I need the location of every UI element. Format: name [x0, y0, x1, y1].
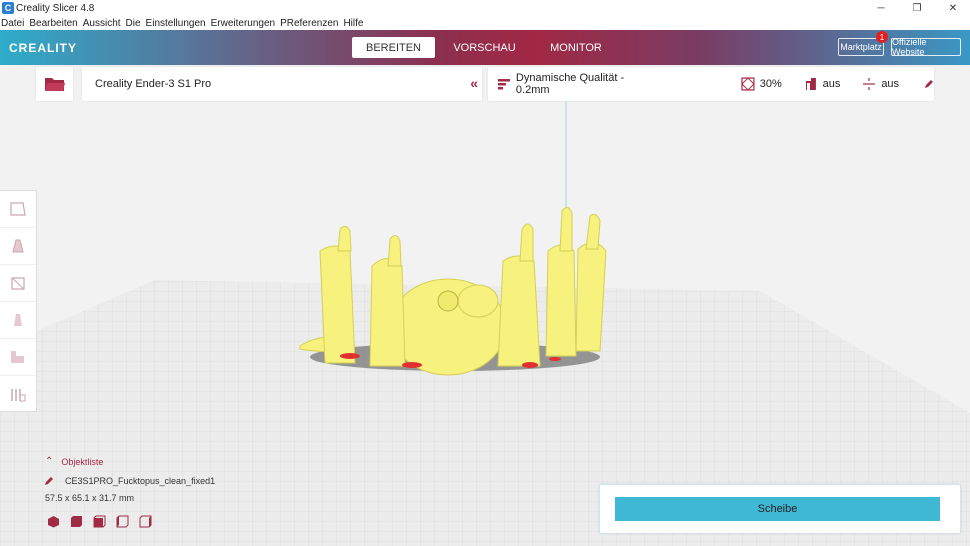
left-view-icon[interactable] — [116, 515, 129, 528]
tab-monitor[interactable]: MONITOR — [538, 37, 614, 58]
tool-sidebar — [0, 190, 37, 412]
adhesion-value: aus — [881, 78, 900, 90]
edit-icon[interactable] — [924, 79, 934, 89]
menu-einstellungen[interactable]: Einstellungen — [146, 18, 206, 29]
object-file-name: CE3S1PRO_Fucktopus_clean_fixed1 — [65, 476, 216, 486]
model-eye — [437, 290, 459, 312]
restore-button[interactable]: ❐ — [902, 0, 932, 16]
object-list-item[interactable]: CE3S1PRO_Fucktopus_clean_fixed1 — [44, 476, 215, 486]
slice-panel: Scheibe — [599, 484, 961, 534]
close-button[interactable]: ✕ — [938, 0, 968, 16]
quality-icon — [497, 79, 510, 90]
collapse-icon[interactable]: « — [470, 75, 478, 91]
website-button[interactable]: Offizielle Website — [891, 37, 961, 57]
creality-logo: CREALITY — [9, 41, 77, 55]
mirror-icon — [14, 314, 22, 326]
view-orientation-buttons — [47, 515, 215, 528]
3d-view-icon[interactable] — [47, 515, 60, 528]
window-title: Creality Slicer 4.8 — [16, 2, 95, 14]
printer-selector[interactable]: Creality Ender-3 S1 Pro « — [82, 67, 482, 101]
adhesion-icon — [863, 78, 876, 90]
slice-button[interactable]: Scheibe — [615, 497, 940, 521]
tab-vorschau[interactable]: VORSCHAU — [447, 37, 522, 58]
marketplace-badge: 1 — [876, 31, 888, 43]
infill-icon — [741, 77, 755, 91]
object-list-title: Objektliste — [61, 456, 104, 467]
support-value: aus — [822, 78, 841, 90]
support-blocker-button[interactable] — [0, 376, 36, 413]
tab-bereiten[interactable]: BEREITEN — [352, 37, 435, 58]
object-list-header[interactable]: ⌃ Objektliste — [45, 456, 215, 467]
support-icon — [805, 78, 816, 90]
app-header: CREALITY BEREITEN VORSCHAU MONITOR Markt… — [0, 30, 970, 65]
menu-erweiterungen[interactable]: Erweiterungen — [211, 18, 275, 29]
minimize-button[interactable]: ─ — [866, 0, 896, 16]
scale-tool-button[interactable] — [0, 228, 36, 265]
folder-icon — [44, 78, 65, 91]
rotate-tool-button[interactable] — [0, 265, 36, 302]
mirror-tool-button[interactable] — [0, 302, 36, 339]
right-view-icon[interactable] — [139, 515, 152, 528]
menu-bar: Datei Bearbeiten Aussicht Die Einstellun… — [0, 16, 970, 30]
object-dimensions: 57.5 x 65.1 x 31.7 mm — [45, 493, 135, 503]
per-model-settings-button[interactable] — [0, 339, 36, 376]
move-tool-button[interactable] — [0, 191, 36, 228]
quality-profile: Dynamische Qualität - 0.2mm — [515, 72, 625, 96]
move-icon — [10, 202, 26, 216]
menu-hilfe[interactable]: Hilfe — [343, 18, 363, 29]
object-list-panel: ⌃ Objektliste CE3S1PRO_Fucktopus_clean_f… — [44, 456, 215, 528]
top-view-icon[interactable] — [93, 515, 106, 528]
app-icon: C — [2, 2, 14, 14]
menu-aussicht[interactable]: Aussicht — [83, 18, 121, 29]
front-view-icon[interactable] — [70, 515, 83, 528]
chevron-up-icon: ⌃ — [45, 456, 54, 467]
open-file-button[interactable] — [36, 67, 73, 101]
infill-value: 30% — [759, 78, 782, 90]
printer-name: Creality Ender-3 S1 Pro — [95, 78, 212, 90]
menu-bearbeiten[interactable]: Bearbeiten — [29, 18, 77, 29]
menu-preferenzen[interactable]: PReferenzen — [280, 18, 338, 29]
print-settings-panel[interactable]: Dynamische Qualität - 0.2mm 30% aus aus — [488, 67, 934, 101]
per-model-settings-icon — [11, 351, 24, 363]
menu-datei[interactable]: Datei — [1, 18, 24, 29]
title-bar: C Creality Slicer 4.8 ─ ❐ ✕ — [0, 0, 970, 16]
scale-icon — [12, 239, 24, 253]
pencil-icon — [45, 477, 53, 485]
support-blocker-icon — [11, 388, 26, 401]
menu-die[interactable]: Die — [126, 18, 141, 29]
rotate-icon — [11, 277, 25, 290]
